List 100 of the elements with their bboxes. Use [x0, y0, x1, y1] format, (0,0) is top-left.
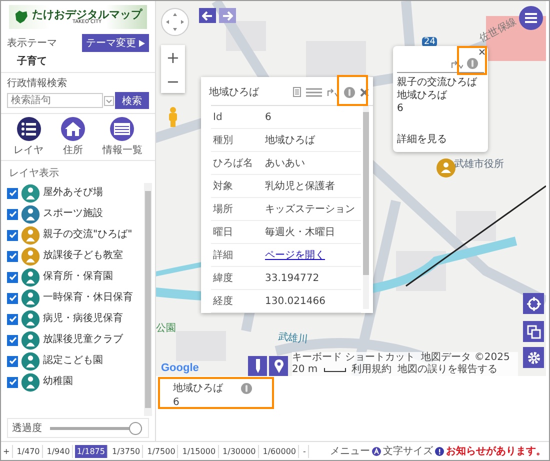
- zoom-out-button[interactable]: -: [301, 444, 309, 458]
- font-size-link[interactable]: 文字サイズ: [383, 444, 433, 458]
- dropdown-icon: [104, 96, 114, 106]
- highlight-frame: [457, 46, 487, 75]
- field-name: 場所: [212, 202, 234, 216]
- triangle-icon: [139, 40, 145, 46]
- info-title: 地域ひろば: [173, 382, 223, 395]
- scale-button[interactable]: 1/470: [14, 444, 43, 458]
- layer-label: 放課後子ども教室: [43, 250, 124, 262]
- map-data-text: 地図データ ©2025: [421, 352, 510, 364]
- theme-label: 表示テーマ: [7, 36, 57, 50]
- close-icon[interactable]: [360, 88, 369, 96]
- report-error-link[interactable]: 地図の誤りを報告する: [398, 364, 498, 376]
- field-name: 曜日: [212, 226, 234, 239]
- scale-button[interactable]: 1/940: [44, 444, 73, 458]
- zoom-in-button[interactable]: +: [161, 45, 185, 69]
- route-icon[interactable]: [451, 58, 463, 68]
- close-icon[interactable]: [479, 49, 485, 55]
- checkbox[interactable]: [7, 334, 18, 346]
- document-icon[interactable]: [293, 87, 301, 97]
- checkbox[interactable]: [7, 314, 18, 324]
- scale-button[interactable]: 1/1875: [74, 444, 108, 458]
- layer-list-title: レイヤ表示: [8, 166, 60, 181]
- terms-link[interactable]: 利用規約: [352, 364, 392, 376]
- field-name: 緯度: [212, 272, 234, 285]
- opacity-slider[interactable]: [50, 422, 142, 434]
- settings-button[interactable]: [523, 347, 544, 368]
- field-value: 毎週火・木曜日: [265, 226, 335, 239]
- field-value: 地域ひろば: [265, 134, 315, 147]
- highlight-frame: [337, 75, 368, 106]
- search-button[interactable]: 検索: [115, 92, 149, 109]
- scale-button[interactable]: 1/15000: [180, 444, 219, 458]
- zoom-in-button[interactable]: +: [1, 444, 13, 458]
- map-icon: [13, 9, 29, 25]
- field-name: 対象: [212, 180, 234, 193]
- popup-text: 6: [397, 102, 404, 115]
- crosshair-icon: [526, 296, 540, 310]
- left-arrow-icon: [202, 10, 213, 20]
- pin-button[interactable]: [269, 356, 288, 376]
- info-icon[interactable]: [344, 86, 355, 98]
- field-value: キッズステーション: [265, 203, 355, 216]
- popup-text: 親子の交流ひろば: [397, 76, 478, 89]
- nav-button[interactable]: レイヤ: [14, 117, 44, 157]
- field-value: 130.021466: [265, 296, 326, 306]
- layer-label: 幼稚園: [43, 376, 74, 388]
- layer-label: スポーツ施設: [43, 208, 104, 220]
- nav-button[interactable]: 住所: [60, 117, 85, 157]
- checkbox[interactable]: [7, 250, 18, 262]
- list-icon[interactable]: [306, 88, 322, 96]
- checkbox[interactable]: [7, 230, 18, 240]
- checkbox[interactable]: [7, 356, 18, 366]
- scale-button[interactable]: 1/7500: [145, 444, 178, 458]
- google-logo: Google: [161, 362, 199, 374]
- checkbox[interactable]: [7, 272, 18, 282]
- field-value: あいあい: [265, 157, 305, 170]
- layer-label: 放課後児童クラブ: [43, 334, 124, 346]
- map-label: 公園: [156, 322, 176, 335]
- scale-button[interactable]: 1/60000: [260, 444, 299, 458]
- back-button[interactable]: [199, 8, 216, 23]
- logo-title: たけおデジタルマップ: [32, 9, 142, 20]
- font-size-icon[interactable]: [372, 446, 381, 456]
- scale-button[interactable]: 1/3750: [110, 444, 144, 458]
- pencil-button[interactable]: [248, 356, 267, 376]
- theme-change-button[interactable]: テーマ変更: [82, 34, 149, 52]
- nav-button[interactable]: 情報一覧: [102, 117, 142, 157]
- checkbox[interactable]: [7, 188, 18, 198]
- menu-icon: [525, 13, 537, 23]
- settings-icon: [526, 350, 540, 364]
- field-name: Id: [212, 112, 224, 122]
- keyboard-shortcuts-link[interactable]: キーボード ショートカット: [292, 352, 416, 364]
- theme-value: 子育て: [16, 54, 48, 68]
- checkbox[interactable]: [7, 376, 18, 388]
- zoom-out-button[interactable]: −: [161, 69, 185, 93]
- menu-link[interactable]: メニュー: [330, 444, 370, 458]
- notice-icon[interactable]: [435, 446, 444, 456]
- locate-button[interactable]: [523, 293, 544, 314]
- notice-link[interactable]: お知らせがあります。: [446, 444, 546, 458]
- field-name: 種別: [212, 134, 234, 147]
- field-name: ひろば名: [212, 157, 254, 170]
- scale-button[interactable]: 1/30000: [220, 444, 259, 458]
- layer-label: 一時保育・休日保育: [43, 292, 133, 304]
- search-field[interactable]: 検索語句: [7, 93, 103, 108]
- checkbox[interactable]: [7, 292, 18, 304]
- page-link[interactable]: ページを開く: [265, 248, 325, 262]
- people-marker-icon[interactable]: [436, 158, 456, 178]
- route-icon[interactable]: [327, 87, 339, 97]
- layer-label: 病児・病後児保育: [43, 313, 124, 325]
- search-label: 行政情報検索: [7, 76, 68, 90]
- panel-title: 地域ひろば: [209, 86, 260, 99]
- map-label: 武雄市役所: [454, 158, 504, 171]
- pencil-icon: [254, 359, 262, 373]
- layers-button[interactable]: [523, 321, 544, 342]
- field-name: 経度: [212, 294, 234, 308]
- scrollbar[interactable]: [363, 106, 369, 309]
- scrollbar[interactable]: [144, 183, 152, 416]
- map-label: 佐世保線: [477, 15, 519, 46]
- overlap-squares-icon: [526, 324, 540, 338]
- info-icon[interactable]: [241, 382, 252, 394]
- details-link[interactable]: 詳細を見る: [397, 132, 484, 146]
- checkbox[interactable]: [7, 208, 18, 220]
